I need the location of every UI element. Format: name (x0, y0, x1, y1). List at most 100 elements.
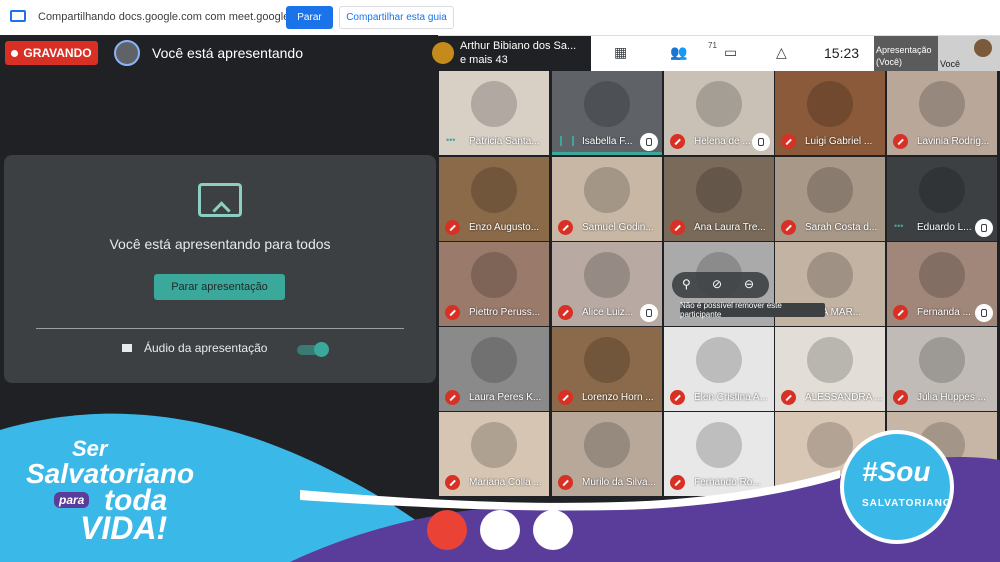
activities-icon[interactable]: △ (776, 44, 787, 61)
mic-off-icon (670, 390, 685, 405)
chat-icon[interactable]: ▭ (724, 44, 737, 61)
presenting-card: Você está apresentando para todos Parar … (4, 155, 436, 383)
record-dot-icon (11, 49, 19, 57)
sou-salvatoriano: SALVATORIANO (862, 498, 952, 509)
speaker-icon (122, 344, 132, 352)
remove-participant-icon[interactable]: ⊖ (744, 277, 754, 291)
mic-toggle-button[interactable] (427, 510, 467, 550)
participant-tile[interactable]: Laura Peres K... (439, 327, 549, 411)
share-this-tab-button[interactable]: Compartilhar esta guia (339, 6, 454, 29)
screen-share-icon (10, 10, 26, 22)
participant-tile[interactable]: Elen Cristina A... (664, 327, 774, 411)
participant-tile[interactable]: Sarah Costa d... (775, 157, 885, 241)
participant-name: Sarah Costa d... (805, 222, 878, 233)
participant-tile[interactable]: Samuel Godin... (552, 157, 662, 241)
end-call-button[interactable] (480, 510, 520, 550)
presentation-audio-toggle[interactable] (297, 342, 329, 357)
participant-video (807, 81, 853, 127)
participant-video (471, 422, 517, 468)
present-screen-icon (198, 183, 242, 217)
slogan-vida: VIDA! (80, 510, 168, 546)
mic-off-icon (781, 220, 796, 235)
mic-off-icon (558, 390, 573, 405)
presentation-thumb-sublabel: (Você) (876, 57, 903, 67)
presenter-chip[interactable]: Arthur Bibiano dos Sa... e mais 43 (426, 36, 591, 71)
participant-name: Laura Peres K... (469, 392, 542, 403)
mic-off-icon (781, 390, 796, 405)
participant-video (919, 337, 965, 383)
participant-name: Alice Luiz... (582, 307, 634, 318)
participant-video (584, 337, 630, 383)
participant-tile[interactable]: Isabella F... (552, 71, 662, 155)
people-icon[interactable]: 👥 (670, 44, 687, 61)
presenter-chip-avatar (432, 42, 454, 64)
audio-indicator-icon (893, 220, 908, 235)
participant-tile[interactable]: Alice Luiz... (552, 242, 662, 326)
participant-tile[interactable]: Luigi Gabriel ... (775, 71, 885, 155)
recording-badge: GRAVANDO (5, 41, 98, 65)
sou-hashtag: #Sou (862, 456, 931, 487)
participant-tile[interactable]: Lavinia Rodrig... (887, 71, 997, 155)
participant-video (584, 252, 630, 298)
mute-participant-icon[interactable]: ⊘ (712, 277, 722, 291)
mic-off-icon (445, 305, 460, 320)
participant-name: Luigi Gabriel ... (805, 136, 873, 147)
participant-video (696, 422, 742, 468)
share-status-text: Compartilhando docs.google.com com meet.… (38, 11, 314, 23)
participant-tile[interactable]: Patricia Santa... (439, 71, 549, 155)
presenting-to-all-title: Você está apresentando para todos (109, 236, 331, 252)
participant-tile[interactable]: Lorenzo Horn ... (552, 327, 662, 411)
participant-name: Isabella F... (582, 136, 633, 147)
participant-name: Elen Cristina A... (694, 392, 768, 403)
tile-hover-controls: ⚲ ⊘ ⊖ (672, 272, 769, 298)
presenting-label: Você está apresentando (152, 45, 304, 61)
mic-off-icon (445, 475, 460, 490)
participant-video (471, 337, 517, 383)
raised-hand-icon (640, 133, 658, 151)
participant-name: Lavinia Rodrig... (917, 136, 990, 147)
participant-video (584, 422, 630, 468)
mic-off-icon (781, 134, 796, 149)
participant-name: Ana Laura Tre... (694, 222, 766, 233)
participant-tile[interactable]: Mariana Colla ... (439, 412, 549, 496)
mic-off-icon (670, 220, 685, 235)
layout-icon[interactable]: ▦ (614, 44, 627, 61)
participant-name: ALESSANDRA ... (805, 392, 883, 403)
participant-name: Mariana Colla ... (469, 477, 542, 488)
screen-share-bar: Compartilhando docs.google.com com meet.… (0, 0, 1000, 36)
participant-video (807, 252, 853, 298)
participant-tile[interactable]: Enzo Augusto... (439, 157, 549, 241)
presenter-more-count: e mais 43 (460, 54, 508, 66)
people-count: 71 (708, 41, 717, 50)
mic-off-icon (893, 305, 908, 320)
participant-video (919, 81, 965, 127)
mic-off-icon (558, 220, 573, 235)
participant-tile[interactable]: Fernando Ro... (664, 412, 774, 496)
mic-off-icon (893, 134, 908, 149)
recording-label: GRAVANDO (23, 46, 92, 60)
participant-tile[interactable]: Júlia Huppes ... (887, 327, 997, 411)
pin-icon[interactable]: ⚲ (682, 277, 691, 291)
self-view-thumbnail[interactable]: Você (938, 36, 1000, 71)
participant-name: Júlia Huppes ... (917, 392, 986, 403)
participant-tile[interactable]: Eduardo L... (887, 157, 997, 241)
mic-off-icon (558, 475, 573, 490)
raised-hand-icon (640, 304, 658, 322)
presentation-thumbnail[interactable]: Apresentação (Você) (874, 36, 938, 71)
camera-toggle-button[interactable] (533, 510, 573, 550)
remove-tooltip: Não é possível remover este participante (680, 301, 825, 319)
participant-tile[interactable]: Murilo da Silva... (552, 412, 662, 496)
participant-tile[interactable]: Ana Laura Tre... (664, 157, 774, 241)
participant-tile[interactable]: Helena de ... (664, 71, 774, 155)
slogan-para: para (54, 492, 90, 508)
participant-tile[interactable]: ALESSANDRA ... (775, 327, 885, 411)
participant-name: Eduardo L... (917, 222, 972, 233)
participant-video (696, 337, 742, 383)
stop-presenting-button[interactable]: Parar apresentação (154, 274, 285, 300)
participant-tile[interactable]: Piettro Peruss... (439, 242, 549, 326)
participant-tile[interactable]: Fernanda ... (887, 242, 997, 326)
mic-off-icon (445, 390, 460, 405)
divider (36, 328, 404, 329)
stop-sharing-button[interactable]: Parar (286, 6, 333, 29)
participant-name: Fernanda ... (917, 307, 971, 318)
